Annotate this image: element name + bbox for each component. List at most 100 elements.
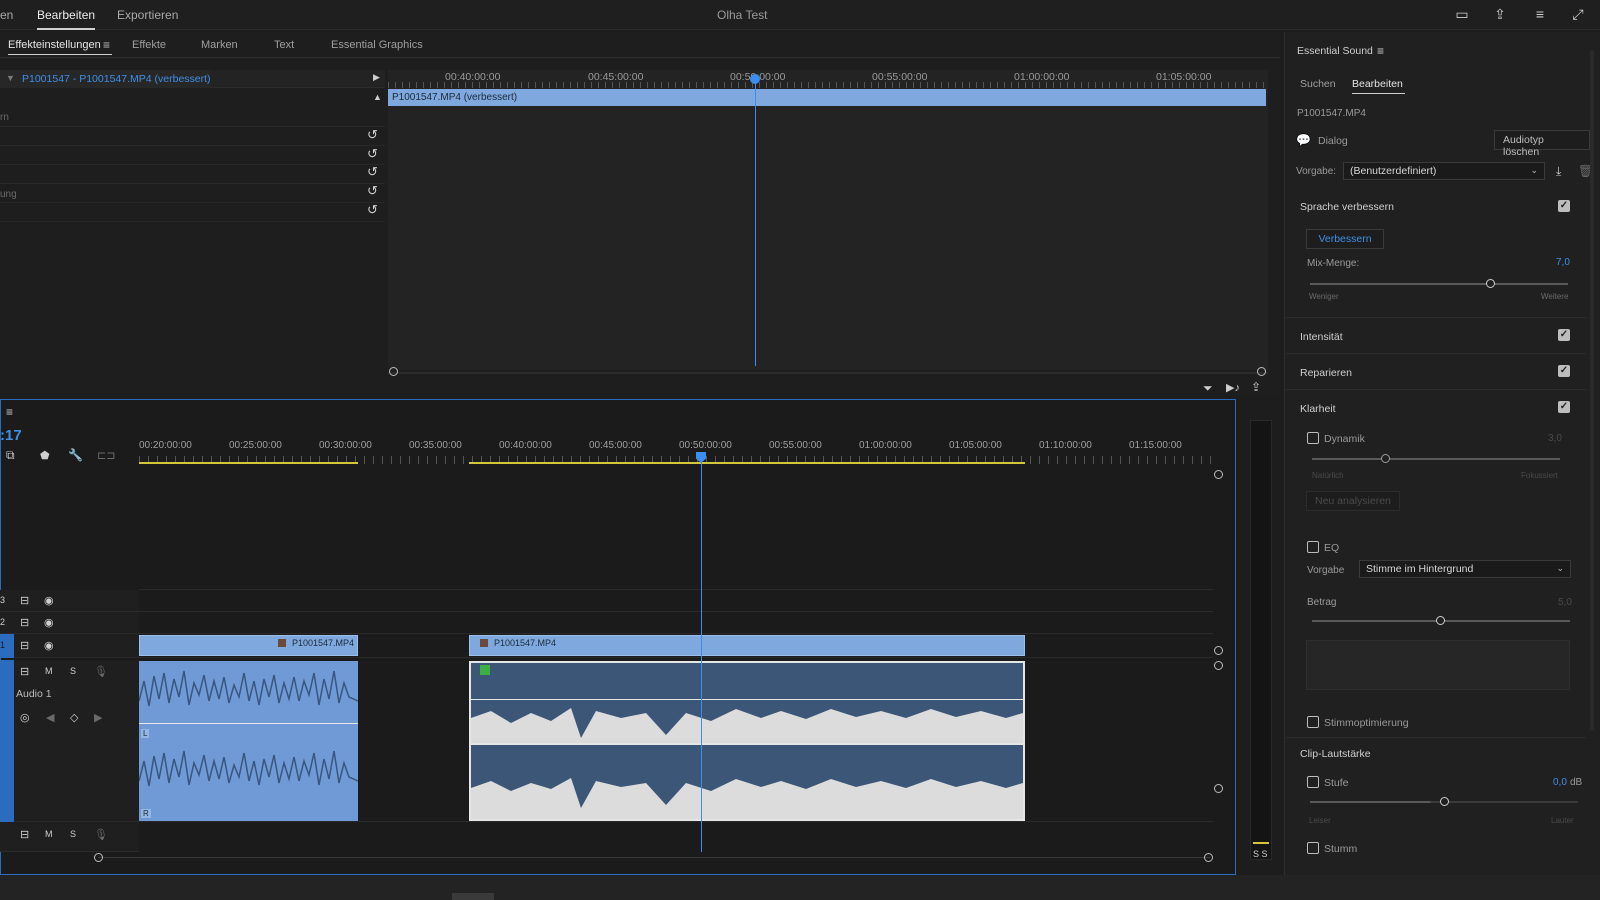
tab-edit[interactable]: Bearbeiten [1352, 78, 1403, 90]
mix-slider-knob[interactable] [1485, 279, 1495, 288]
scroll-handle-left[interactable] [94, 853, 103, 862]
clarity-checkbox[interactable]: ✓ [1558, 401, 1570, 413]
panel-menu-icon[interactable]: ≡ [1377, 44, 1384, 58]
tab-browse[interactable]: Suchen [1300, 78, 1336, 90]
scroll-handle-left[interactable] [389, 367, 398, 376]
menu-icon[interactable]: ≡ [1531, 6, 1549, 22]
amount-slider-knob[interactable] [1436, 616, 1445, 625]
sync-lock-icon[interactable]: ⊟ [20, 665, 29, 678]
mini-timeline[interactable] [388, 70, 1268, 370]
share-icon[interactable]: ⇪ [1491, 6, 1509, 22]
tab-effect-controls[interactable]: Effekteinstellungen [8, 39, 101, 51]
window-layout-icon[interactable]: ▭ [1453, 6, 1471, 22]
solo-button[interactable]: S [70, 829, 76, 839]
enhance-speech-checkbox[interactable]: ✓ [1558, 200, 1570, 212]
eye-icon[interactable]: ◉ [44, 594, 54, 607]
play-audio-icon[interactable]: ▶♪ [1226, 381, 1240, 394]
enhance-button[interactable]: Verbessern [1306, 229, 1384, 249]
mix-amount-value[interactable]: 7,0 [1556, 257, 1570, 268]
eq-preset-dropdown[interactable]: Stimme im Hintergrund ⌄ [1359, 560, 1571, 578]
keyframe-icon[interactable]: ◎ [20, 711, 30, 724]
level-slider-knob[interactable] [1440, 797, 1449, 806]
audio-clip[interactable] [139, 661, 358, 821]
sync-lock-icon[interactable]: ⊟ [20, 828, 29, 841]
dynamics-value[interactable]: 3,0 [1548, 433, 1562, 444]
track-lane-v2[interactable] [139, 612, 1213, 634]
sync-lock-icon[interactable]: ⊟ [20, 639, 29, 652]
mini-scrollbar[interactable] [388, 372, 1268, 374]
reset-icon[interactable]: ↺ [367, 202, 378, 218]
sync-lock-icon[interactable]: ⊟ [20, 616, 29, 629]
tab-essential-graphics[interactable]: Essential Graphics [331, 39, 423, 51]
track-target-a1[interactable] [0, 660, 14, 822]
eq-graph[interactable] [1306, 640, 1570, 690]
mute-button[interactable]: M [45, 829, 53, 839]
scroll-handle-right[interactable] [1204, 853, 1213, 862]
chevron-down-icon[interactable]: ▼ [6, 73, 15, 83]
eq-checkbox[interactable] [1307, 541, 1319, 553]
mini-clip[interactable] [388, 89, 1266, 106]
audio-clip-selected[interactable] [469, 661, 1025, 821]
dynamics-slider[interactable] [1312, 458, 1560, 460]
reset-icon[interactable]: ↺ [367, 164, 378, 180]
level-value[interactable]: 0,0 [1553, 777, 1567, 788]
scroll-knob[interactable] [1214, 784, 1223, 793]
eye-icon[interactable]: ◉ [44, 616, 54, 629]
loudness-checkbox[interactable]: ✓ [1558, 329, 1570, 341]
vertical-scrollbar[interactable] [1213, 470, 1231, 850]
add-keyframe-icon[interactable]: ◇ [70, 711, 78, 724]
meter-solo-labels[interactable]: S S [1253, 849, 1268, 859]
voice-enhance-checkbox[interactable] [1307, 716, 1319, 728]
next-keyframe-icon[interactable]: ▶ [94, 711, 102, 724]
wrench-icon[interactable]: 🔧 [68, 448, 83, 462]
dynamics-checkbox[interactable] [1307, 432, 1319, 444]
repair-checkbox[interactable]: ✓ [1558, 365, 1570, 377]
nav-edit[interactable]: Bearbeiten [37, 8, 96, 30]
mix-slider[interactable] [1310, 283, 1568, 285]
nav-export[interactable]: Exportieren [117, 8, 178, 22]
status-scroll-handle[interactable] [452, 893, 494, 900]
tab-text[interactable]: Text [274, 39, 294, 51]
mic-icon[interactable]: 🎙 [94, 665, 108, 678]
reanalyze-button[interactable]: Neu analysieren [1306, 491, 1400, 511]
timeline-menu-icon[interactable]: ≡ [6, 405, 13, 419]
scroll-knob[interactable] [1214, 661, 1223, 670]
save-preset-icon[interactable]: ⤓ [1556, 164, 1561, 179]
tab-markers[interactable]: Marken [201, 39, 238, 51]
horizontal-scrollbar[interactable] [98, 857, 1210, 858]
mini-playhead-handle[interactable] [750, 74, 760, 84]
marker-icon[interactable]: ⬟ [40, 449, 50, 462]
play-clip-icon[interactable]: ▶ [373, 72, 380, 83]
clip-name[interactable]: P1001547 - P1001547.MP4 (verbessert) [22, 73, 211, 85]
reset-icon[interactable]: ↺ [367, 146, 378, 162]
clear-audio-type-button[interactable]: Audiotyp löschen [1494, 130, 1590, 158]
tab-menu-icon[interactable]: ≡ [103, 38, 110, 52]
captions-icon[interactable]: ⊏⊐ [97, 449, 115, 462]
sync-lock-icon[interactable]: ⊟ [20, 594, 29, 607]
level-checkbox[interactable] [1307, 776, 1319, 788]
amount-value[interactable]: 5,0 [1558, 597, 1572, 608]
mute-button[interactable]: M [45, 666, 53, 676]
mini-playhead[interactable] [755, 78, 756, 366]
snap-icon[interactable]: ⧉ [6, 448, 15, 463]
export-icon[interactable]: ⇪ [1251, 380, 1261, 394]
eye-icon[interactable]: ◉ [44, 639, 54, 652]
solo-button[interactable]: S [70, 666, 76, 676]
track-lane-v3[interactable] [139, 590, 1213, 612]
tab-effects[interactable]: Effekte [132, 39, 166, 51]
mute-checkbox[interactable] [1307, 842, 1319, 854]
mic-icon[interactable]: 🎙 [94, 828, 108, 841]
collapse-up-icon[interactable]: ▲ [373, 92, 382, 102]
fullscreen-icon[interactable]: ⤢ [1569, 6, 1587, 22]
panel-scrollbar[interactable] [1590, 50, 1594, 730]
reset-icon[interactable]: ↺ [367, 127, 378, 143]
filter-icon[interactable]: ⏷ [1203, 381, 1213, 396]
timecode[interactable]: :17 [0, 427, 22, 444]
nav-partial[interactable]: en [0, 8, 13, 22]
prev-keyframe-icon[interactable]: ◀ [46, 711, 54, 724]
scroll-knob[interactable] [1214, 470, 1223, 479]
playhead[interactable] [701, 456, 702, 852]
preset-dropdown[interactable]: (Benutzerdefiniert) ⌄ [1343, 162, 1545, 180]
scroll-knob[interactable] [1214, 646, 1223, 655]
reset-icon[interactable]: ↺ [367, 183, 378, 199]
